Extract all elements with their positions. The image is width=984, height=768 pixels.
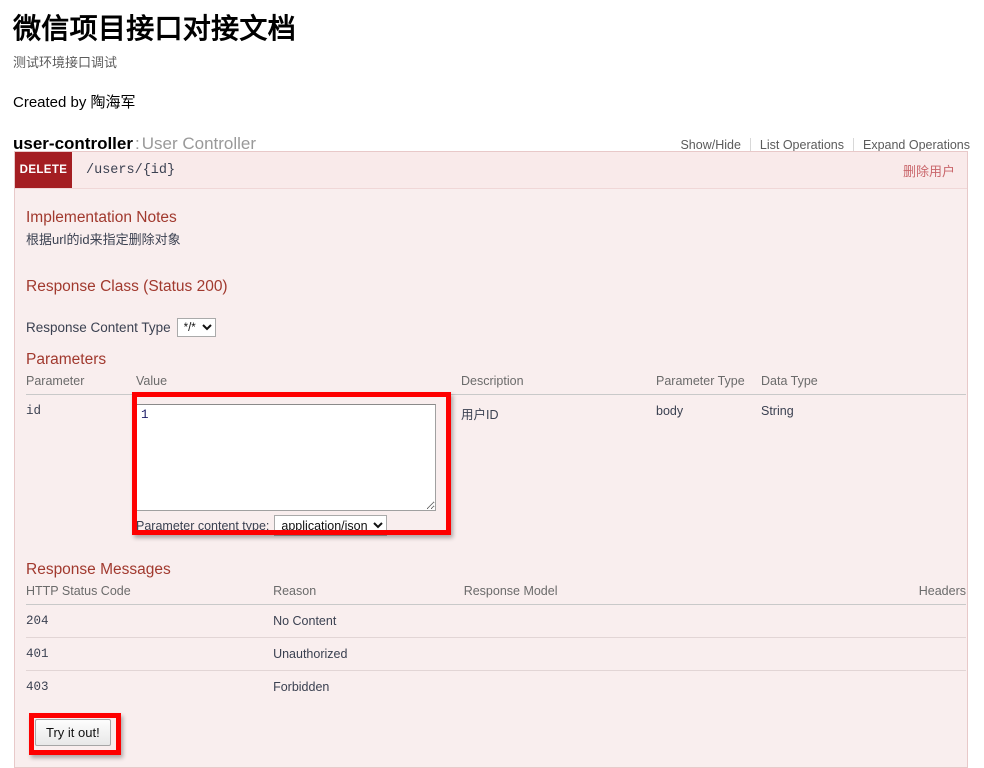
col-header-parameter: Parameter: [26, 371, 136, 395]
param-value-cell: Parameter content type: application/json: [136, 395, 461, 546]
response-content-type-label: Response Content Type: [26, 320, 171, 335]
param-type-cell: body: [656, 395, 761, 546]
page-subtitle: 测试环境接口调试: [13, 52, 984, 71]
response-reason-cell: No Content: [273, 605, 464, 638]
implementation-notes-text: 根据url的id来指定删除对象: [26, 229, 967, 248]
page-title: 微信项目接口对接文档: [13, 12, 984, 46]
col-header-http-status-code: HTTP Status Code: [26, 581, 273, 605]
response-headers-cell: [919, 671, 966, 704]
response-class-heading: Response Class (Status 200): [26, 278, 967, 296]
col-header-response-model: Response Model: [464, 581, 919, 605]
page-header: 微信项目接口对接文档 测试环境接口调试 Created by 陶海军: [0, 0, 984, 112]
submit-area: Try it out!: [35, 719, 117, 749]
response-table-header-row: HTTP Status Code Reason Response Model H…: [26, 581, 966, 605]
col-header-description: Description: [461, 371, 656, 395]
response-model-cell: [464, 638, 919, 671]
operation-body: Implementation Notes 根据url的id来指定删除对象 Res…: [15, 189, 967, 767]
resource-separator: :: [135, 134, 140, 153]
table-row: id Parameter content type: application/j…: [26, 395, 966, 546]
table-row: 204 No Content: [26, 605, 966, 638]
response-reason-cell: Unauthorized: [273, 638, 464, 671]
table-row: 403 Forbidden: [26, 671, 966, 704]
try-it-out-button[interactable]: Try it out!: [35, 719, 111, 746]
col-header-parameter-type: Parameter Type: [656, 371, 761, 395]
show-hide-link[interactable]: Show/Hide: [680, 138, 750, 152]
operation-path[interactable]: /users/{id}: [86, 163, 175, 178]
parameter-content-type-label: Parameter content type:: [136, 519, 269, 533]
parameters-table: Parameter Value Description Parameter Ty…: [26, 371, 966, 545]
col-header-reason: Reason: [273, 581, 464, 605]
resource-options: Show/HideList OperationsExpand Operation…: [680, 138, 970, 152]
response-headers-cell: [919, 605, 966, 638]
parameter-content-type-row: Parameter content type: application/json: [136, 515, 436, 536]
operation-summary: 删除用户: [903, 161, 955, 180]
param-name-cell: id: [26, 395, 136, 546]
response-headers-cell: [919, 638, 966, 671]
response-messages-table: HTTP Status Code Reason Response Model H…: [26, 581, 966, 703]
response-messages-heading: Response Messages: [26, 561, 967, 579]
implementation-notes-heading: Implementation Notes: [26, 209, 967, 227]
response-reason-cell: Forbidden: [273, 671, 464, 704]
response-content-type-row: Response Content Type */*: [26, 318, 967, 337]
param-description-cell: 用户ID: [461, 395, 656, 546]
response-code-cell: 204: [26, 605, 273, 638]
param-data-type-cell: String: [761, 395, 966, 546]
parameters-heading: Parameters: [26, 351, 967, 369]
response-model-cell: [464, 671, 919, 704]
expand-operations-link[interactable]: Expand Operations: [854, 138, 970, 152]
operation-panel-delete-users-id: DELETE /users/{id} 删除用户 Implementation N…: [14, 151, 968, 768]
param-value-textarea[interactable]: [136, 404, 436, 511]
operation-header-bar[interactable]: DELETE /users/{id} 删除用户: [15, 152, 967, 189]
spacer: [15, 252, 967, 272]
spacer: [15, 298, 967, 318]
col-header-value: Value: [136, 371, 461, 395]
table-row: 401 Unauthorized: [26, 638, 966, 671]
response-model-cell: [464, 605, 919, 638]
col-header-headers: Headers: [919, 581, 966, 605]
response-code-cell: 401: [26, 638, 273, 671]
list-operations-link[interactable]: List Operations: [751, 138, 854, 152]
response-code-cell: 403: [26, 671, 273, 704]
col-header-data-type: Data Type: [761, 371, 966, 395]
http-method-badge: DELETE: [15, 152, 72, 188]
response-content-type-select[interactable]: */*: [177, 318, 216, 337]
resource-name[interactable]: user-controller: [13, 134, 133, 153]
parameters-table-header-row: Parameter Value Description Parameter Ty…: [26, 371, 966, 395]
created-by: Created by 陶海军: [13, 91, 984, 112]
parameter-content-type-select[interactable]: application/json: [274, 515, 387, 536]
resource-description: User Controller: [142, 134, 256, 153]
